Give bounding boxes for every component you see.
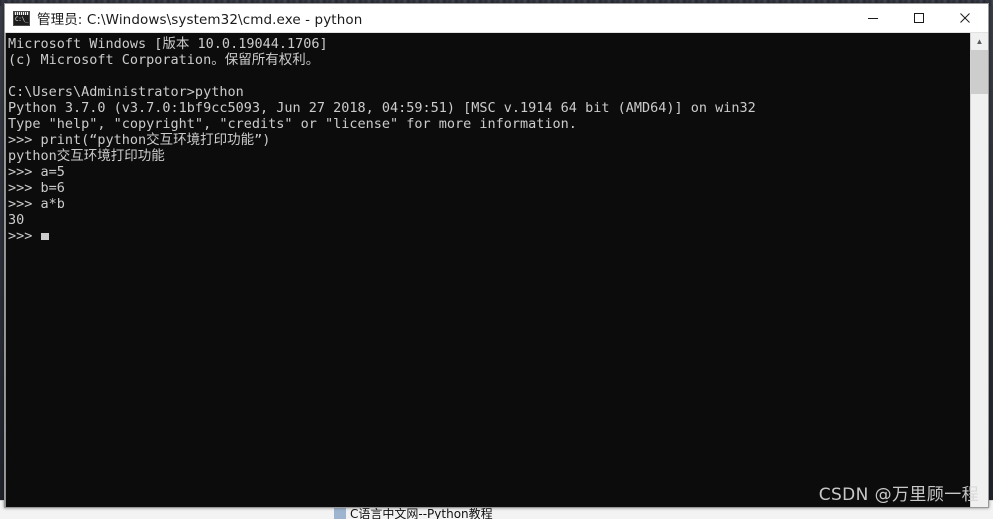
console-line: >>> b=6 [8, 180, 65, 196]
scrollbar-track[interactable] [971, 50, 988, 507]
cmd-console-icon [13, 10, 30, 26]
console-line: C:\Users\Administrator>python [8, 84, 244, 100]
console-prompt-line: >>> [8, 228, 970, 244]
console-line: python交互环境打印功能 [8, 148, 165, 164]
console-line: Type "help", "copyright", "credits" or "… [8, 116, 577, 132]
console-line: >>> a*b [8, 196, 65, 212]
scrollbar-thumb[interactable] [971, 50, 988, 94]
close-button[interactable] [942, 4, 988, 32]
window-controls [850, 4, 988, 32]
window-title: 管理员: C:\Windows\system32\cmd.exe - pytho… [37, 12, 363, 28]
text-cursor [40, 233, 49, 240]
window-titlebar[interactable]: 管理员: C:\Windows\system32\cmd.exe - pytho… [5, 4, 988, 33]
console-line: Microsoft Windows [版本 10.0.19044.1706] [8, 36, 328, 52]
console-line: >>> a=5 [8, 164, 65, 180]
console-line: >>> print(“python交互环境打印功能”) [8, 132, 271, 148]
taskbar-item-label: C语言中文网--Python教程 [350, 507, 493, 519]
minimize-button[interactable] [850, 4, 896, 32]
console-scrollbar[interactable]: ▲ [970, 33, 988, 507]
scroll-up-icon[interactable]: ▲ [971, 33, 988, 50]
command-prompt-window: 管理员: C:\Windows\system32\cmd.exe - pytho… [4, 3, 989, 508]
maximize-button[interactable] [896, 4, 942, 32]
console-area: Microsoft Windows [版本 10.0.19044.1706] (c… [5, 33, 988, 507]
console-output[interactable]: Microsoft Windows [版本 10.0.19044.1706] (c… [6, 33, 970, 507]
console-line: (c) Microsoft Corporation。保留所有权利。 [8, 52, 320, 68]
console-prompt: >>> [8, 228, 41, 244]
console-line: 30 [8, 212, 25, 228]
console-line: Python 3.7.0 (v3.7.0:1bf9cc5093, Jun 27 … [8, 100, 756, 116]
